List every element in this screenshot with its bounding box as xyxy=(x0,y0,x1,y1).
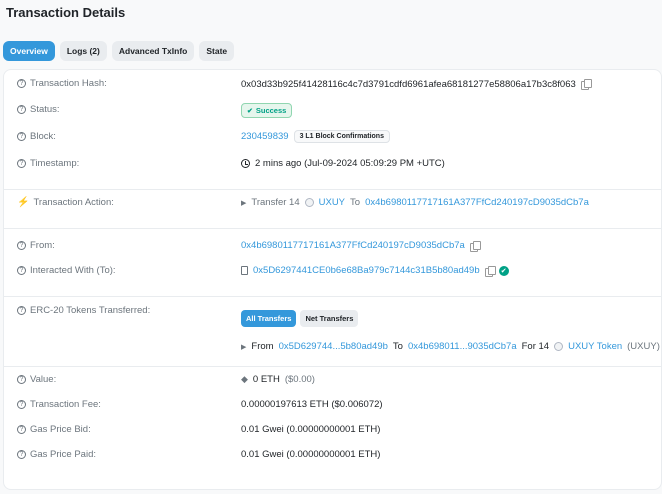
tab-logs[interactable]: Logs (2) xyxy=(59,41,107,61)
timestamp-value: 2 mins ago (Jul-09-2024 05:09:29 PM +UTC… xyxy=(255,158,445,169)
divider xyxy=(4,189,661,190)
help-icon[interactable]: ? xyxy=(17,266,26,275)
value-label: ? Value: xyxy=(17,374,56,385)
transfer-token-symbol: (UXUY) xyxy=(627,341,660,352)
erc20-button-group: All Transfers Net Transfers xyxy=(241,310,359,327)
caret-right-icon: ▶ xyxy=(241,199,247,207)
gas-bid-value: 0.01 Gwei (0.00000000001 ETH) xyxy=(241,424,381,435)
tab-overview[interactable]: Overview xyxy=(3,41,55,61)
transfer-from-word: From xyxy=(251,341,274,352)
action-prefix: Transfer 14 xyxy=(251,197,300,208)
erc20-transfer-group: ▶ From 0x5D629744...5b80ad49b To 0x4b698… xyxy=(241,341,660,352)
gas-bid-label: ? Gas Price Bid: xyxy=(17,424,91,435)
transfer-token-link[interactable]: UXUY Token xyxy=(568,341,622,352)
divider xyxy=(4,296,661,297)
net-transfers-button[interactable]: Net Transfers xyxy=(300,310,359,327)
clock-icon xyxy=(241,159,250,168)
gas-bid-value-group: 0.01 Gwei (0.00000000001 ETH) xyxy=(241,424,380,435)
value-group: ◆ 0 ETH ($0.00) xyxy=(241,374,315,385)
status-value-group: ✔ Success xyxy=(241,103,293,118)
tab-state[interactable]: State xyxy=(199,41,235,61)
block-number-link[interactable]: 230459839 xyxy=(241,131,289,142)
transaction-hash: 0x03d33b925f41428116c4c7d3791cdfd6961afe… xyxy=(241,78,576,90)
details-card: ? Transaction Hash: 0x03d33b925f41428116c… xyxy=(3,69,662,490)
transfer-for: For 14 xyxy=(521,341,550,352)
fee-value-group: 0.00000197613 ETH ($0.006072) xyxy=(241,399,383,410)
interacted-address-link[interactable]: 0x5D6297441CE0b6e68Ba979c7144c31B5b80ad4… xyxy=(253,265,480,276)
transfer-from-link[interactable]: 0x5D629744...5b80ad49b xyxy=(279,341,388,352)
help-icon[interactable]: ? xyxy=(17,306,26,315)
help-icon[interactable]: ? xyxy=(17,450,26,459)
action-value-group: ▶ Transfer 14 UXUY To 0x4b6980117717161A… xyxy=(241,197,589,208)
divider xyxy=(4,366,661,367)
help-icon[interactable]: ? xyxy=(17,79,26,88)
block-label: ? Block: xyxy=(17,131,56,142)
copy-icon[interactable] xyxy=(469,240,481,252)
timestamp-value-group: 2 mins ago (Jul-09-2024 05:09:29 PM +UTC… xyxy=(241,158,445,169)
from-address-link[interactable]: 0x4b6980117717161A377FfCd240197cD9035dCb… xyxy=(241,240,465,251)
hash-value-group: 0x03d33b925f41428116c4c7d3791cdfd6961afe… xyxy=(241,78,592,90)
timestamp-label: ? Timestamp: xyxy=(17,158,79,169)
fee-value: 0.00000197613 ETH ($0.006072) xyxy=(241,399,383,410)
action-token-link[interactable]: UXUY xyxy=(319,197,345,208)
tab-bar: Overview Logs (2) Advanced TxInfo State xyxy=(3,41,235,61)
interacted-value-group: 0x5D6297441CE0b6e68Ba979c7144c31B5b80ad4… xyxy=(241,265,509,277)
from-value-group: 0x4b6980117717161A377FfCd240197cD9035dCb… xyxy=(241,240,481,252)
interacted-label: ? Interacted With (To): xyxy=(17,265,116,276)
status-badge: ✔ Success xyxy=(241,103,293,118)
from-label: ? From: xyxy=(17,240,55,251)
caret-right-icon: ▶ xyxy=(241,343,247,351)
help-icon[interactable]: ? xyxy=(17,241,26,250)
fee-label: ? Transaction Fee: xyxy=(17,399,101,410)
help-icon[interactable]: ? xyxy=(17,400,26,409)
erc20-label: ? ERC-20 Tokens Transferred: xyxy=(17,305,150,316)
help-icon[interactable]: ? xyxy=(17,132,26,141)
transfer-to-word: To xyxy=(392,341,403,352)
help-icon[interactable]: ? xyxy=(17,159,26,168)
hash-label: ? Transaction Hash: xyxy=(17,78,107,89)
all-transfers-button[interactable]: All Transfers xyxy=(241,310,297,327)
check-circle-icon: ✔ xyxy=(247,107,253,115)
help-icon[interactable]: ? xyxy=(17,425,26,434)
action-label: ⚡ Transaction Action: xyxy=(17,197,114,208)
block-value-group: 230459839 3 L1 Block Confirmations xyxy=(241,130,390,143)
verified-check-icon: ✔ xyxy=(498,265,509,276)
tab-advanced-txinfo[interactable]: Advanced TxInfo xyxy=(111,41,195,61)
action-to-word: To xyxy=(350,197,361,208)
gas-paid-label: ? Gas Price Paid: xyxy=(17,449,96,460)
status-label: ? Status: xyxy=(17,104,60,115)
page-title: Transaction Details xyxy=(6,5,126,20)
block-confirmations-badge: 3 L1 Block Confirmations xyxy=(293,130,390,143)
contract-file-icon xyxy=(241,266,248,275)
value-usd: ($0.00) xyxy=(284,374,315,385)
copy-icon[interactable] xyxy=(580,79,592,90)
copy-icon[interactable] xyxy=(484,265,496,277)
value-amount: 0 ETH xyxy=(252,374,280,385)
gas-paid-value-group: 0.01 Gwei (0.00000000001 ETH) xyxy=(241,449,380,460)
action-to-link[interactable]: 0x4b6980117717161A377FfCd240197cD9035dCb… xyxy=(365,197,589,208)
ethereum-icon: ◆ xyxy=(241,374,248,384)
token-logo-icon xyxy=(554,342,564,351)
help-icon[interactable]: ? xyxy=(17,375,26,384)
lightning-icon: ⚡ xyxy=(17,197,30,208)
help-icon[interactable]: ? xyxy=(17,105,26,114)
transfer-to-link[interactable]: 0x4b698011...9035dCb7a xyxy=(408,341,517,352)
divider xyxy=(4,228,661,229)
gas-paid-value: 0.01 Gwei (0.00000000001 ETH) xyxy=(241,449,381,460)
token-logo-icon xyxy=(304,198,314,207)
